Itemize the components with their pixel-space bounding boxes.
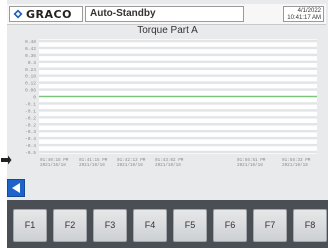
y-tick-label: 0.18 bbox=[25, 74, 36, 80]
y-tick-label: 0.12 bbox=[25, 81, 36, 87]
y-tick-label: -0.4 bbox=[25, 136, 36, 142]
function-key-f5[interactable]: F5 bbox=[173, 209, 207, 242]
x-tick-date: 2021/10/18 bbox=[155, 163, 181, 168]
function-key-f2[interactable]: F2 bbox=[53, 209, 87, 242]
x-tick-date: 2021/10/18 bbox=[282, 163, 308, 168]
chart-title: Torque Part A bbox=[137, 25, 198, 36]
y-tick-label: -0.2 bbox=[25, 122, 36, 128]
y-tick-label: 0 bbox=[33, 95, 36, 101]
x-tick-date: 2021/10/18 bbox=[79, 163, 105, 168]
mode-status: Auto-Standby bbox=[85, 6, 244, 22]
y-tick-label: 0.06 bbox=[25, 88, 36, 94]
x-tick-date: 2021/10/18 bbox=[237, 163, 263, 168]
graco-logo: GRACO bbox=[9, 6, 83, 22]
y-tick-label: -0.1 bbox=[25, 108, 36, 114]
graco-mark-icon bbox=[13, 9, 23, 19]
y-tick-label: -0.3 bbox=[25, 129, 36, 135]
function-key-row: F1 F2 F3 F4 F5 F6 F7 F8 bbox=[7, 200, 328, 248]
function-key-f8[interactable]: F8 bbox=[293, 209, 327, 242]
y-tick-label: 0.36 bbox=[25, 53, 36, 59]
date-text: 4/1/2022 bbox=[297, 8, 321, 14]
back-button[interactable] bbox=[7, 179, 25, 197]
x-tick-date: 2021/10/18 bbox=[117, 163, 143, 168]
time-text: 10:41:17 AM bbox=[287, 15, 321, 21]
y-tick-label: -0.5 bbox=[25, 150, 36, 156]
y-tick-label: 0.24 bbox=[25, 67, 36, 73]
function-key-f1[interactable]: F1 bbox=[13, 209, 47, 242]
header-bar: GRACO Auto-Standby 4/1/2022 10:41:17 AM bbox=[7, 4, 326, 25]
function-key-f7[interactable]: F7 bbox=[253, 209, 287, 242]
function-key-f6[interactable]: F6 bbox=[213, 209, 247, 242]
function-key-f3[interactable]: F3 bbox=[93, 209, 127, 242]
triangle-left-icon bbox=[12, 183, 20, 193]
y-tick-label: 0.48 bbox=[25, 39, 36, 45]
datetime-display: 4/1/2022 10:41:17 AM bbox=[283, 6, 324, 22]
y-tick-label: -0.4 bbox=[25, 143, 36, 149]
y-tick-label: -0.2 bbox=[25, 115, 36, 121]
brand-name: GRACO bbox=[26, 7, 72, 21]
pointer-arrow-icon bbox=[1, 155, 12, 165]
y-tick-label: 0.42 bbox=[25, 46, 36, 52]
y-tick-label: 0.3 bbox=[28, 60, 37, 66]
function-key-f4[interactable]: F4 bbox=[133, 209, 167, 242]
y-tick-label: -0.1 bbox=[25, 101, 36, 107]
torque-chart: 0.480.420.360.30.240.180.120.060-0.1-0.1… bbox=[25, 39, 317, 168]
x-tick-date: 2021/10/18 bbox=[40, 163, 66, 168]
